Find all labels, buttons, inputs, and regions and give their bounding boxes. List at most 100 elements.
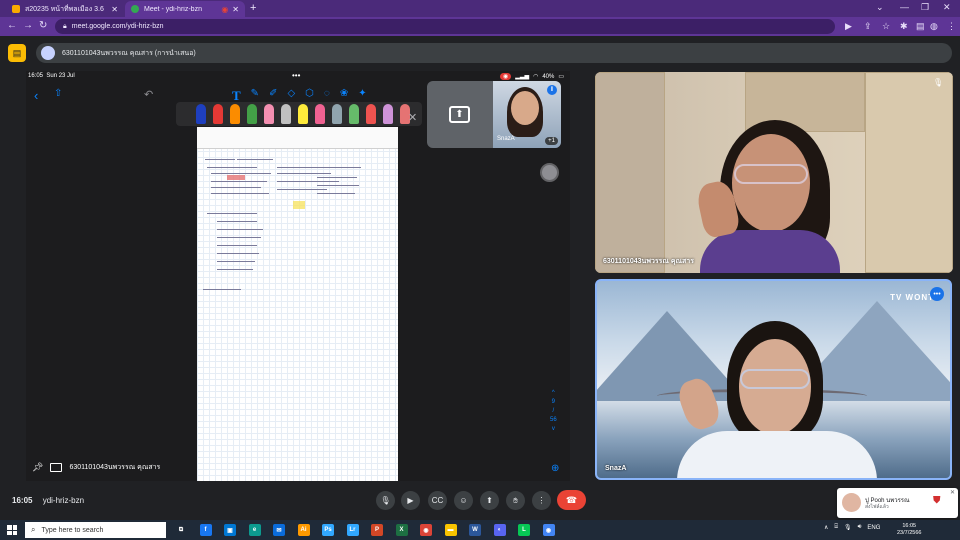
word-icon[interactable]: W [469, 524, 481, 536]
pen-swatch [196, 104, 206, 124]
assistive-touch-icon [540, 163, 559, 182]
volume-icon[interactable]: 🔊︎ [858, 524, 862, 531]
others-count-badge[interactable]: +1 [545, 137, 558, 145]
chrome-active-icon[interactable]: ◉ [542, 524, 555, 536]
present-button[interactable]: ⬆ [480, 491, 499, 510]
forward-icon[interactable]: → [23, 20, 33, 31]
mail-icon[interactable]: ✉ [273, 524, 285, 536]
wifi-icon: ◠ [533, 74, 539, 80]
taskbar-search[interactable]: ⌕ Type here to search [25, 522, 166, 538]
participant-video [674, 321, 877, 478]
close-icon[interactable]: ✕ [232, 5, 239, 14]
participant-tile-active[interactable]: TV WONT ••• SnazA [595, 279, 952, 480]
lightroom-icon[interactable]: Lr [346, 524, 359, 536]
more-options-button[interactable]: ⋮ [532, 491, 551, 510]
tab-search-icon[interactable]: ⌄ [876, 2, 884, 13]
signal-icon: ▂▃▅ [515, 74, 530, 80]
reactions-button[interactable]: ☺ [454, 491, 473, 510]
chrome-icon[interactable]: ◉ [420, 524, 432, 536]
video-icon: ▶ [407, 496, 414, 505]
menu-kebab-icon[interactable]: ⋮ [947, 21, 956, 32]
raise-hand-button[interactable]: ✋︎ [506, 491, 525, 510]
restore-icon[interactable]: ❐ [921, 2, 929, 13]
multitask-dots-icon: ••• [292, 71, 301, 80]
camera-button[interactable]: ▶ [401, 491, 420, 510]
files-icon[interactable]: ▬ [444, 524, 457, 536]
windows-taskbar: ⌕ Type here to search ⧉ f ▣ e ✉ Ai Ps Lr P X ◉ ▬ W ◐ L… [0, 520, 960, 540]
screen-record-icon: ◉ [499, 73, 512, 80]
excel-icon[interactable]: X [395, 524, 408, 536]
browser-tab-active[interactable]: Meet - ydi-hriz-bzn ◉ ✕ [125, 1, 245, 17]
minimize-icon[interactable]: — [900, 2, 909, 12]
close-icon: ✕ [408, 112, 418, 124]
camera-permission-icon[interactable]: ▶ [845, 21, 852, 32]
illustrator-icon[interactable]: Ai [297, 524, 310, 536]
speaking-indicator-icon: ⦀ [547, 85, 557, 95]
taskbar-clock[interactable]: 16:05 23/7/2566 [897, 523, 921, 537]
chevron-up-icon[interactable]: ∧ [824, 524, 828, 531]
page-indicator: ^ 9 / 56 v [550, 390, 557, 432]
line-notification[interactable]: ปู Pooh นพวรรณ ส่งไฟล์แล้ว ⛊ ✕ [837, 488, 958, 518]
browser-tab-strip: ส20235 หน้าที่พลเมือง 3.6 ✕ Meet - ydi-h… [0, 0, 960, 17]
reload-icon[interactable]: ↻ [39, 20, 47, 31]
share-icon[interactable]: ⇪ [864, 21, 872, 32]
network-icon[interactable]: ⌸ [834, 524, 838, 531]
meeting-controls-bar: 16:05 ydi-hriz-bzn 🎙︎ ▶ CC ☺ ⬆ ✋︎ ⋮ ☎ [0, 487, 960, 520]
meeting-time: 16:05 [12, 496, 33, 505]
store-icon[interactable]: ▣ [224, 524, 236, 536]
undo-icon: ↶ [144, 89, 154, 101]
window-close-icon[interactable]: ✕ [943, 2, 951, 13]
microphone-button[interactable]: 🎙︎ [376, 491, 395, 510]
pen-swatch [315, 104, 325, 124]
new-tab-button[interactable]: + [250, 2, 256, 14]
profile-avatar-icon[interactable]: ◍ [930, 21, 938, 32]
pen-swatch [247, 104, 257, 124]
url-text: meet.google.com/ydi-hriz-bzn [71, 23, 164, 30]
task-view-icon[interactable]: ⧉ [175, 524, 187, 536]
participant-tile[interactable]: 🎙︎ 6301101043นพวรรณ คุณสาร [595, 72, 953, 273]
meeting-info: 16:05 ydi-hriz-bzn [12, 496, 84, 505]
screen: ส20235 หน้าที่พลเมือง 3.6 ✕ Meet - ydi-h… [0, 0, 960, 540]
powerpoint-icon[interactable]: P [371, 524, 383, 536]
photoshop-icon[interactable]: Ps [322, 524, 334, 536]
more-options-icon[interactable]: ••• [930, 287, 944, 301]
zoom-icon: ⊕ [551, 463, 560, 474]
pen-swatch [366, 104, 376, 124]
self-preview-tile[interactable]: ⬆ ⦀ SnazA +1 [427, 81, 561, 148]
tab-title: ส20235 หน้าที่พลเมือง 3.6 [25, 5, 104, 13]
edge-icon[interactable]: e [248, 524, 261, 536]
mic-tray-icon[interactable]: 🎙︎ [844, 524, 852, 531]
tab-favicon [12, 5, 20, 13]
avatar [842, 493, 861, 512]
screen-share-icon [50, 463, 63, 472]
tab-title: Meet - ydi-hriz-bzn [144, 5, 202, 13]
close-icon[interactable]: ✕ [111, 5, 118, 14]
pdf-icon: ⛊ [933, 495, 941, 506]
share-icon: ⇧ [54, 88, 63, 99]
present-icon[interactable]: ▤ [8, 44, 26, 62]
pen-swatch [383, 104, 393, 124]
participant-name: SnazA [497, 136, 515, 142]
line-icon[interactable]: L [518, 524, 530, 536]
pin-icon[interactable]: 📌︎ [32, 462, 43, 473]
lock-icon[interactable]: 🔒︎ [63, 23, 67, 31]
pen-swatch [349, 104, 359, 124]
pen-color-palette [176, 102, 422, 126]
browser-tab[interactable]: ส20235 หน้าที่พลเมือง 3.6 ✕ [6, 1, 124, 17]
language-indicator[interactable]: ENG [867, 525, 880, 531]
avatar [41, 46, 55, 60]
leave-call-button[interactable]: ☎ [557, 490, 586, 510]
address-bar[interactable]: 🔒︎ meet.google.com/ydi-hriz-bzn [55, 19, 835, 34]
facebook-icon[interactable]: f [199, 524, 212, 536]
side-panel-icon[interactable]: ▤ [916, 21, 925, 32]
extensions-icon[interactable]: ✱ [900, 21, 908, 32]
captions-button[interactable]: CC [428, 491, 447, 510]
back-icon[interactable]: ← [7, 20, 17, 31]
close-icon[interactable]: ✕ [950, 489, 955, 496]
presentation-bar: ▤ 6301101043นพวรรณ คุณสาร (การนำเสนอ) [0, 36, 960, 69]
overlay-logo: TV WONT [890, 293, 934, 302]
start-button[interactable] [7, 525, 17, 535]
presentation-pill[interactable]: 6301101043นพวรรณ คุณสาร (การนำเสนอ) [36, 43, 952, 63]
discord-icon[interactable]: ◐ [493, 524, 506, 536]
bookmark-star-icon[interactable]: ☆ [882, 21, 890, 32]
